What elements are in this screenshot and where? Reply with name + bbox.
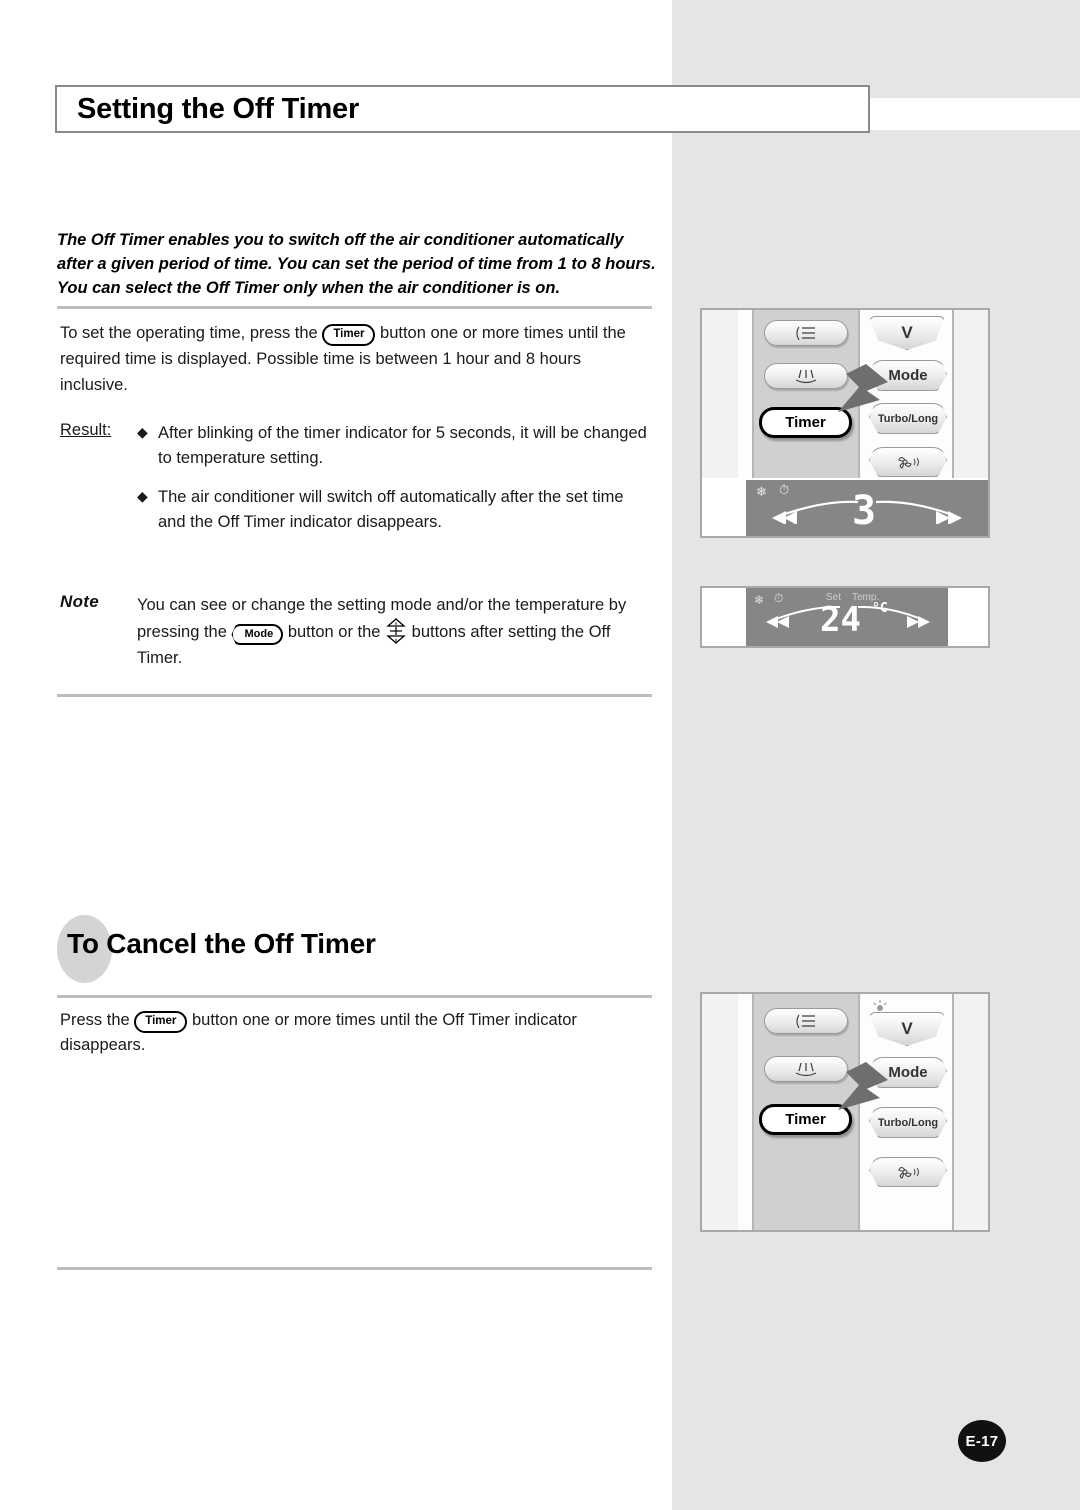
airflow-narrow-icon: [795, 369, 817, 383]
note-text-part-2: button or the: [287, 623, 381, 641]
intro-paragraph: The Off Timer enables you to switch off …: [57, 231, 656, 297]
remote-left-edge: [702, 994, 738, 1230]
callout-arrow-icon: [838, 364, 888, 412]
timer-clock-icon: ⏱: [779, 482, 790, 497]
page-number-badge: E-17: [958, 1420, 1006, 1462]
remote-left-edge: [702, 310, 738, 478]
instruction-paragraph: To set the operating time, press the Tim…: [60, 320, 645, 398]
fan-speed-button[interactable]: [869, 447, 947, 477]
timer-key-glyph: Timer: [322, 324, 376, 346]
divider-rule-3: [57, 995, 652, 998]
manual-page: Setting the Off Timer The Off Timer enab…: [0, 0, 1080, 1510]
page-title-box: Setting the Off Timer: [55, 85, 870, 133]
bullet-diamond-icon: ◆: [137, 488, 148, 504]
airflow-wide-icon: [796, 326, 815, 340]
lcd-temp-unit: °C: [872, 601, 888, 616]
instruction-text-before: To set the operating time, press the: [60, 324, 318, 342]
callout-arrow-icon: [838, 1062, 888, 1110]
note-badge: Note: [60, 592, 99, 611]
list-item: ◆ After blinking of the timer indicator …: [137, 421, 647, 471]
lcd-timer-value: 3: [852, 488, 877, 534]
fan-icon: [898, 1166, 919, 1179]
page-title: Setting the Off Timer: [77, 93, 360, 125]
note-text-part-3: buttons after setting the: [411, 623, 585, 641]
svg-text:∨: ∨: [394, 638, 398, 644]
cancel-section-title: To Cancel the Off Timer: [67, 928, 376, 959]
remote-illustration-display: ❄ ⏱ Set Temp. 24 °C: [700, 586, 990, 648]
divider-rule-4: [57, 1267, 652, 1270]
divider-rule-1: [57, 306, 652, 309]
cancel-text-before: Press the: [60, 1011, 130, 1029]
svg-text:∧: ∧: [394, 621, 398, 627]
list-item-text: After blinking of the timer indicator fo…: [158, 424, 647, 467]
result-label: Result:: [60, 421, 112, 439]
lcd-temp-value: 24: [820, 600, 861, 640]
lcd-display-top: ❄ ⏱ 3: [746, 480, 988, 536]
note-text: You can see or change the setting mode a…: [137, 592, 649, 671]
signal-emitter-icon: [873, 1000, 887, 1011]
timer-key-glyph: Timer: [134, 1011, 188, 1033]
result-list: ◆ After blinking of the timer indicator …: [137, 421, 647, 549]
remote-illustration-bottom: Timer V Mode Turbo/Long: [700, 992, 990, 1232]
airflow-wide-button[interactable]: [764, 320, 848, 346]
bullet-diamond-icon: ◆: [137, 424, 148, 440]
list-item: ◆ The air conditioner will switch off au…: [137, 485, 647, 535]
airflow-wide-icon: [796, 1014, 815, 1028]
mode-key-glyph: Mode: [231, 624, 284, 645]
fan-speed-button[interactable]: [869, 1157, 947, 1187]
page-side-band: [672, 0, 1080, 1510]
remote-right-edge: [954, 994, 988, 1230]
airflow-wide-button[interactable]: [764, 1008, 848, 1034]
up-down-arrows-icon: ∧ ∨: [385, 618, 407, 644]
cancel-instruction-paragraph: Press the Timer button one or more times…: [60, 1008, 650, 1058]
remote-left-rail: [738, 994, 752, 1230]
airflow-narrow-icon: [795, 1062, 817, 1076]
divider-rule-2: [57, 694, 652, 697]
remote-right-edge: [954, 310, 988, 478]
fan-icon: [898, 456, 919, 469]
remote-illustration-top: Timer V Mode Turbo/Long ❄ ⏱ 3: [700, 308, 990, 538]
list-item-text: The air conditioner will switch off auto…: [158, 488, 624, 531]
lcd-display-temp: ❄ ⏱ Set Temp. 24 °C: [746, 588, 948, 646]
cancel-section-heading: To Cancel the Off Timer: [57, 915, 657, 985]
remote-left-rail: [738, 310, 752, 478]
